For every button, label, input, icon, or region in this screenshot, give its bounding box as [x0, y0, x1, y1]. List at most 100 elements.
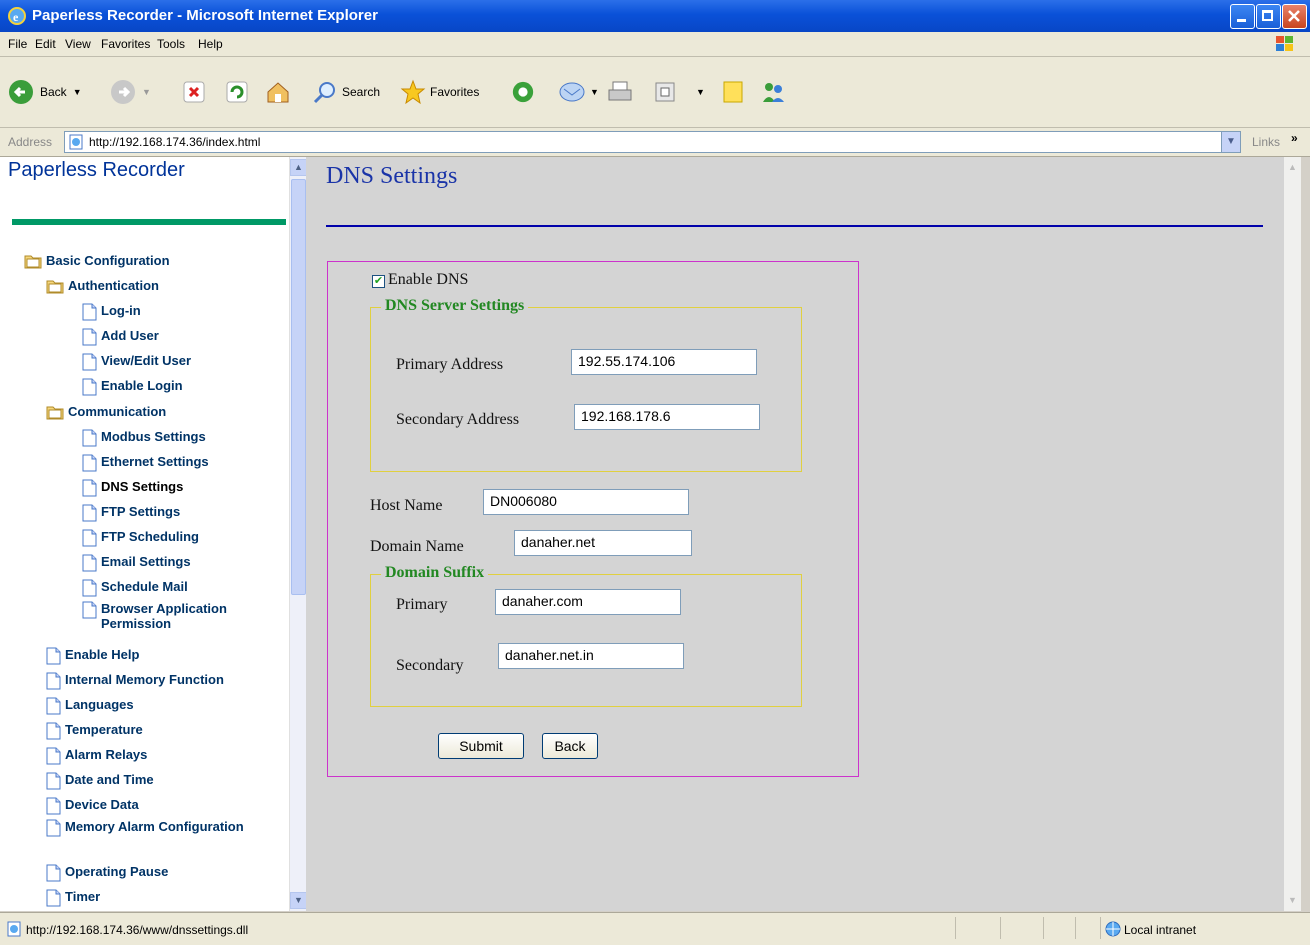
print-icon[interactable]	[607, 80, 633, 104]
back-form-button[interactable]: Back	[542, 733, 598, 759]
dns-server-fieldset: DNS Server Settings Primary Address 192.…	[370, 297, 802, 472]
page-icon	[69, 134, 83, 150]
domain-name-input[interactable]: danaher.net	[514, 530, 692, 556]
forward-dropdown-icon[interactable]: ▼	[142, 87, 151, 97]
minimize-icon	[1237, 19, 1246, 22]
menu-tools[interactable]: Tools	[157, 37, 185, 51]
sidebar-item-basic-configuration[interactable]: Basic Configuration	[24, 253, 270, 269]
address-dropdown-icon[interactable]: ▼	[1221, 132, 1240, 152]
document-icon	[82, 601, 97, 619]
menu-view[interactable]: View	[65, 37, 91, 51]
status-bar: http://192.168.174.36/www/dnssettings.dl…	[0, 912, 1310, 945]
sidebar-item-log-in[interactable]: Log-in	[82, 303, 270, 321]
address-input[interactable]: http://192.168.174.36/index.html ▼	[64, 131, 1241, 153]
messenger-icon[interactable]	[760, 80, 786, 104]
sidebar-item-add-user[interactable]: Add User	[82, 328, 270, 346]
suffix-primary-input[interactable]: danaher.com	[495, 589, 681, 615]
sidebar-item-label: FTP Scheduling	[101, 529, 199, 544]
sidebar-item-schedule-mail[interactable]: Schedule Mail	[82, 579, 270, 597]
menu-file[interactable]: File	[8, 37, 27, 51]
document-icon	[82, 504, 97, 522]
scroll-down-arrow-icon[interactable]: ▼	[290, 892, 307, 909]
sidebar-item-memory-alarm-configuration[interactable]: Memory Alarm Configuration	[46, 819, 270, 837]
suffix-secondary-label: Secondary	[396, 657, 464, 674]
suffix-secondary-input[interactable]: danaher.net.in	[498, 643, 684, 669]
domain-name-label: Domain Name	[370, 538, 464, 555]
sidebar-item-date-and-time[interactable]: Date and Time	[46, 772, 270, 790]
discuss-icon[interactable]	[722, 80, 744, 104]
menu-favorites[interactable]: Favorites	[101, 37, 150, 51]
mail-dropdown-icon[interactable]: ▼	[590, 80, 599, 104]
sidebar-item-label: Operating Pause	[65, 864, 169, 879]
scroll-up-arrow-icon[interactable]: ▲	[290, 159, 307, 176]
content-scroll-up-icon[interactable]: ▲	[1284, 159, 1301, 176]
links-chevron-icon[interactable]: »	[1291, 131, 1298, 145]
sidebar-item-label: Schedule Mail	[101, 579, 188, 594]
nav-scrollbar[interactable]: ▲ ▼	[289, 157, 307, 911]
intranet-globe-icon	[1105, 921, 1121, 937]
media-icon[interactable]	[510, 80, 536, 104]
sidebar-item-modbus-settings[interactable]: Modbus Settings	[82, 429, 270, 447]
sidebar-item-internal-memory-function[interactable]: Internal Memory Function	[46, 672, 270, 690]
links-label[interactable]: Links	[1252, 135, 1280, 149]
sidebar-item-label: Communication	[68, 404, 167, 419]
content-scroll-down-icon[interactable]: ▼	[1284, 892, 1301, 909]
sidebar-item-temperature[interactable]: Temperature	[46, 722, 270, 740]
sidebar-item-dns-settings[interactable]: DNS Settings	[82, 479, 270, 497]
enable-dns-checkbox[interactable]: ✔	[372, 275, 385, 288]
sidebar-item-communication[interactable]: Communication	[46, 404, 270, 420]
sidebar-item-email-settings[interactable]: Email Settings	[82, 554, 270, 572]
nav-frame: Paperless Recorder Basic Configuration Au…	[0, 157, 289, 911]
back-dropdown-icon[interactable]: ▼	[73, 87, 82, 97]
status-divider	[1075, 917, 1076, 939]
sidebar-item-enable-login[interactable]: Enable Login	[82, 378, 270, 396]
search-button[interactable]: Search	[312, 80, 380, 104]
host-name-input[interactable]: DN006080	[483, 489, 689, 515]
suffix-primary-label: Primary	[396, 596, 448, 613]
primary-address-input[interactable]: 192.55.174.106	[571, 349, 757, 375]
stop-icon[interactable]	[182, 80, 206, 104]
sidebar-item-enable-help[interactable]: Enable Help	[46, 647, 270, 665]
document-icon	[82, 303, 97, 321]
minimize-button[interactable]	[1230, 4, 1255, 29]
sidebar-item-operating-pause[interactable]: Operating Pause	[46, 864, 270, 882]
edit-icon[interactable]	[653, 80, 677, 104]
document-icon	[82, 554, 97, 572]
document-icon	[46, 889, 61, 907]
maximize-button[interactable]	[1256, 4, 1281, 29]
sidebar-item-view-edit-user[interactable]: View/Edit User	[82, 353, 270, 371]
scroll-thumb[interactable]	[291, 179, 306, 595]
sidebar-item-label: Internal Memory Function	[65, 672, 224, 687]
document-icon	[46, 697, 61, 715]
sidebar-item-label: Log-in	[101, 303, 141, 318]
edit-dropdown-icon[interactable]: ▼	[696, 80, 705, 104]
document-icon	[46, 747, 61, 765]
sidebar-item-ftp-settings[interactable]: FTP Settings	[82, 504, 270, 522]
forward-button[interactable]: ▼	[110, 80, 151, 104]
sidebar-item-browser-application-permission[interactable]: Browser Application Permission	[82, 601, 270, 631]
sidebar-item-authentication[interactable]: Authentication	[46, 278, 270, 294]
document-icon	[46, 797, 61, 815]
refresh-icon[interactable]	[225, 80, 249, 104]
back-button[interactable]: Back ▼	[8, 80, 82, 104]
menu-edit[interactable]: Edit	[35, 37, 56, 51]
sidebar-item-languages[interactable]: Languages	[46, 697, 270, 715]
status-divider	[1043, 917, 1044, 939]
sidebar-item-timer[interactable]: Timer	[46, 889, 270, 907]
favorites-button[interactable]: Favorites	[400, 79, 479, 105]
domain-suffix-fieldset: Domain Suffix Primary danaher.com Second…	[370, 564, 802, 707]
back-arrow-icon	[9, 80, 33, 104]
menu-help[interactable]: Help	[198, 37, 223, 51]
sidebar-item-alarm-relays[interactable]: Alarm Relays	[46, 747, 270, 765]
secondary-address-input[interactable]: 192.168.178.6	[574, 404, 760, 430]
security-zone: Local intranet	[1124, 923, 1197, 937]
submit-button[interactable]: Submit	[438, 733, 524, 759]
sidebar-item-ftp-scheduling[interactable]: FTP Scheduling	[82, 529, 270, 547]
sidebar-item-device-data[interactable]: Device Data	[46, 797, 270, 815]
home-icon[interactable]	[265, 80, 291, 104]
close-button[interactable]	[1282, 4, 1307, 29]
mail-icon[interactable]	[558, 80, 586, 104]
sidebar-item-ethernet-settings[interactable]: Ethernet Settings	[82, 454, 270, 472]
content-scrollbar[interactable]: ▲ ▼	[1284, 157, 1301, 911]
sidebar-item-label: Email Settings	[101, 554, 191, 569]
